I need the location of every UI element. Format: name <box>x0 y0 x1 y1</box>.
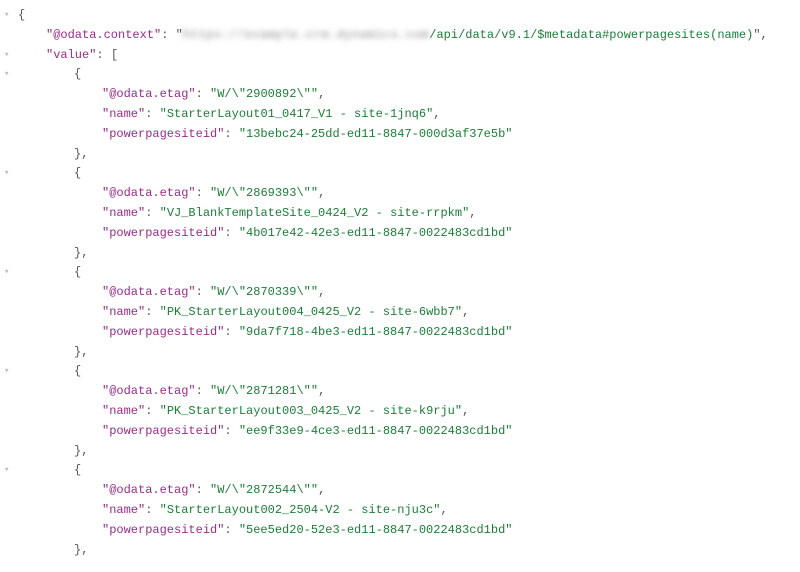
json-row: "powerpagesiteid": "4b017e42-42e3-ed11-8… <box>18 224 794 244</box>
etag-value: "W/\"2871281\"" <box>210 384 318 398</box>
collapse-toggle-icon[interactable]: ▾ <box>4 463 14 473</box>
brace-open: { <box>18 8 25 22</box>
siteid-value: "ee9f33e9-4ce3-ed11-8847-0022483cd1bd" <box>239 424 513 438</box>
value-key: "value" <box>46 48 96 62</box>
etag-value: "W/\"2872544\"" <box>210 483 318 497</box>
json-object-close: }, <box>18 343 794 363</box>
json-viewer: ▾ { "@odata.context": "https://example.c… <box>0 0 800 566</box>
siteid-value: "4b017e42-42e3-ed11-8847-0022483cd1bd" <box>239 226 513 240</box>
siteid-key: "powerpagesiteid" <box>102 127 224 141</box>
name-value: "StarterLayout002_2504-V2 - site-nju3c" <box>160 503 441 517</box>
json-object-open: ▾ { <box>18 461 794 481</box>
etag-key: "@odata.etag" <box>102 87 196 101</box>
json-row: "@odata.etag": "W/\"2900892\"", <box>18 85 794 105</box>
collapse-toggle-icon[interactable]: ▾ <box>4 48 14 58</box>
json-object-close: }, <box>18 541 794 561</box>
json-object-open: ▾ { <box>18 362 794 382</box>
json-row: "name": "StarterLayout002_2504-V2 - site… <box>18 501 794 521</box>
odata-context-key: "@odata.context" <box>46 28 161 42</box>
json-row: "name": "PK_StarterLayout004_0425_V2 - s… <box>18 303 794 323</box>
json-object-close: }, <box>18 442 794 462</box>
name-value: "VJ_BlankTemplateSite_0424_V2 - site-rrp… <box>160 206 470 220</box>
odata-context-tail: /api/data/v9.1/$metadata#powerpagesites(… <box>429 28 753 42</box>
collapse-toggle-icon[interactable]: ▾ <box>4 364 14 374</box>
json-row: "@odata.etag": "W/\"2869393\"", <box>18 184 794 204</box>
json-object-open: ▾ { <box>18 263 794 283</box>
name-value: "StarterLayout01_0417_V1 - site-1jnq6" <box>160 107 434 121</box>
siteid-value: "13bebc24-25dd-ed11-8847-000d3af37e5b" <box>239 127 513 141</box>
name-value: "PK_StarterLayout003_0425_V2 - site-k9rj… <box>160 404 462 418</box>
collapse-toggle-icon[interactable]: ▾ <box>4 8 14 18</box>
odata-context-redacted: https://example.crm.dynamics.com <box>183 28 429 42</box>
json-row: "name": "PK_StarterLayout003_0425_V2 - s… <box>18 402 794 422</box>
json-row: "@odata.etag": "W/\"2870339\"", <box>18 283 794 303</box>
etag-value: "W/\"2900892\"" <box>210 87 318 101</box>
json-row: "powerpagesiteid": "ee9f33e9-4ce3-ed11-8… <box>18 422 794 442</box>
etag-value: "W/\"2870339\"" <box>210 285 318 299</box>
json-object-close: }, <box>18 145 794 165</box>
json-row: "@odata.etag": "W/\"2872544\"", <box>18 481 794 501</box>
json-object-close: }, <box>18 244 794 264</box>
siteid-value: "5ee5ed20-52e3-ed11-8847-0022483cd1bd" <box>239 523 513 537</box>
json-row: "name": "VJ_BlankTemplateSite_0424_V2 - … <box>18 204 794 224</box>
collapse-toggle-icon[interactable]: ▾ <box>4 67 14 77</box>
etag-value: "W/\"2869393\"" <box>210 186 318 200</box>
json-row: "name": "StarterLayout01_0417_V1 - site-… <box>18 105 794 125</box>
value-array-open: ▾ "value": [ <box>18 46 794 66</box>
collapse-toggle-icon[interactable]: ▾ <box>4 166 14 176</box>
json-row: "powerpagesiteid": "9da7f718-4be3-ed11-8… <box>18 323 794 343</box>
name-value: "PK_StarterLayout004_0425_V2 - site-6wbb… <box>160 305 462 319</box>
json-row: "@odata.etag": "W/\"2871281\"", <box>18 382 794 402</box>
collapse-toggle-icon[interactable]: ▾ <box>4 265 14 275</box>
name-key: "name" <box>102 107 145 121</box>
json-object-open: ▾ { <box>18 164 794 184</box>
siteid-value: "9da7f718-4be3-ed11-8847-0022483cd1bd" <box>239 325 513 339</box>
json-object-open: ▾ { <box>18 65 794 85</box>
json-row: "powerpagesiteid": "13bebc24-25dd-ed11-8… <box>18 125 794 145</box>
json-root-open: ▾ { <box>18 6 794 26</box>
json-row: "powerpagesiteid": "5ee5ed20-52e3-ed11-8… <box>18 521 794 541</box>
odata-context-line: "@odata.context": "https://example.crm.d… <box>18 26 794 46</box>
